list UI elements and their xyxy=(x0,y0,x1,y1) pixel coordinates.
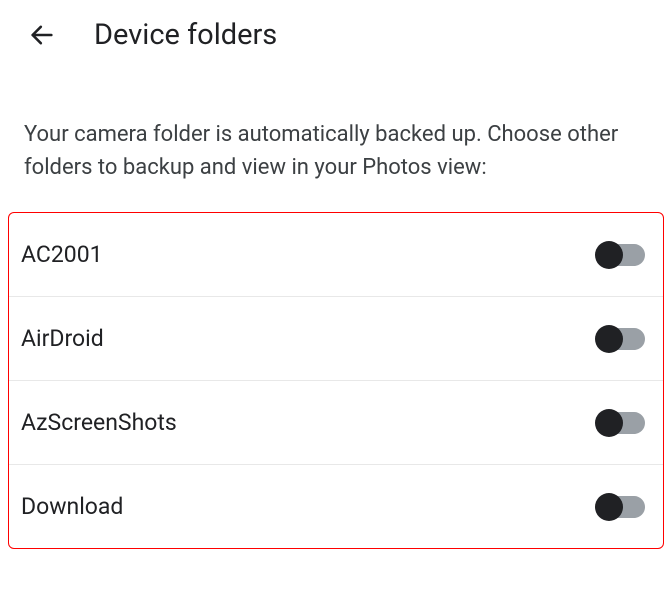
arrow-left-icon xyxy=(28,21,56,49)
description-text: Your camera folder is automatically back… xyxy=(0,70,672,212)
folder-label: AzScreenShots xyxy=(21,409,177,436)
toggle-knob xyxy=(595,409,623,437)
toggle-knob xyxy=(595,325,623,353)
toggle-switch[interactable] xyxy=(597,496,645,518)
list-item[interactable]: AzScreenShots xyxy=(9,381,663,465)
toggle-knob xyxy=(595,241,623,269)
toggle-switch[interactable] xyxy=(597,412,645,434)
toggle-switch[interactable] xyxy=(597,244,645,266)
folder-label: AirDroid xyxy=(21,325,104,352)
header: Device folders xyxy=(0,0,672,70)
toggle-knob xyxy=(595,493,623,521)
back-button[interactable] xyxy=(28,21,56,49)
folder-label: Download xyxy=(21,493,123,520)
folder-label: AC2001 xyxy=(21,241,103,268)
list-item[interactable]: AC2001 xyxy=(9,213,663,297)
page-title: Device folders xyxy=(94,18,277,52)
toggle-switch[interactable] xyxy=(597,328,645,350)
list-item[interactable]: AirDroid xyxy=(9,297,663,381)
list-item[interactable]: Download xyxy=(9,465,663,548)
folder-list: AC2001 AirDroid AzScreenShots Download xyxy=(8,212,664,549)
